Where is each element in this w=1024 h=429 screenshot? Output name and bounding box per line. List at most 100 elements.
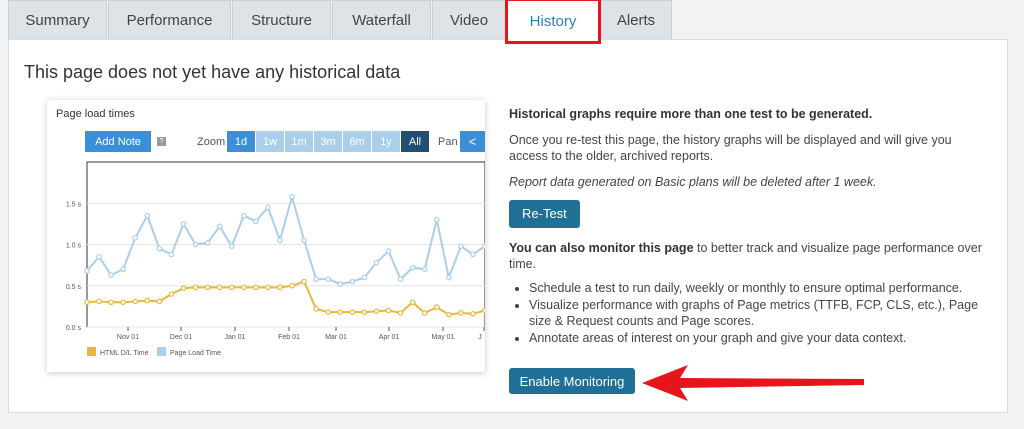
data-point (277, 284, 283, 291)
data-point (361, 274, 368, 281)
data-point (397, 310, 404, 316)
data-point (470, 311, 476, 317)
data-point (253, 218, 259, 225)
info-paragraph: Once you re-test this page, the history … (509, 133, 952, 163)
x-tick-label: Dec 01 (170, 334, 192, 341)
data-point (96, 254, 102, 260)
data-point (337, 281, 344, 287)
tab-structure[interactable]: Structure (232, 0, 331, 40)
y-tick-label: 1.0 s (66, 243, 82, 250)
data-point (433, 216, 440, 223)
info-column: Historical graphs require more than one … (509, 106, 989, 347)
data-point (253, 284, 259, 291)
page-title: This page does not yet have any historic… (24, 62, 401, 82)
data-point (240, 212, 247, 219)
data-point (240, 284, 247, 291)
data-point (180, 221, 187, 227)
tab-alerts[interactable]: Alerts (600, 0, 672, 40)
data-point (446, 274, 452, 281)
data-point (132, 235, 139, 241)
info-basic-plan-note: Report data generated on Basic plans wil… (509, 175, 877, 189)
data-point (325, 309, 332, 315)
data-point (421, 266, 428, 273)
history-panel: This page does not yet have any historic… (8, 39, 1008, 413)
data-point (482, 243, 485, 249)
data-point (216, 284, 223, 291)
data-point (337, 309, 344, 315)
data-point (385, 307, 392, 314)
tab-performance[interactable]: Performance (108, 0, 231, 40)
x-tick-label: Mar 01 (325, 334, 347, 341)
data-point (168, 291, 175, 297)
data-point (204, 284, 211, 291)
data-point (325, 276, 332, 282)
data-point (433, 304, 440, 311)
data-point (144, 212, 151, 219)
legend-label: HTML D/L Time (100, 350, 149, 357)
legend-swatch (87, 347, 96, 356)
list-item: Schedule a test to run daily, weekly or … (529, 280, 989, 296)
data-point (385, 248, 392, 254)
chart-plot: 0.0 s 0.5 s 1.0 s 1.5 s Nov 01 Dec 01 Jan 01 Fe… (66, 161, 485, 357)
data-point (265, 204, 271, 211)
monitor-heading: You can also monitor this page (509, 241, 694, 255)
data-point (228, 284, 235, 291)
data-point (180, 285, 187, 292)
data-point (313, 306, 319, 312)
page-load-chart: Page load times Add Note ? Zoom 1d 1w 1m… (47, 100, 485, 372)
x-tick-label: May 01 (432, 334, 455, 341)
data-point (301, 237, 307, 244)
monitor-benefits-list: Schedule a test to run daily, weekly or … (529, 280, 989, 346)
data-point (132, 298, 139, 305)
x-tick-label: Nov 01 (117, 334, 139, 341)
red-arrow-icon (642, 365, 864, 401)
data-point (204, 240, 211, 246)
data-point (216, 223, 223, 230)
x-tick-label: J (478, 334, 482, 341)
data-point (373, 259, 380, 266)
data-point (373, 308, 380, 315)
data-point (84, 268, 90, 274)
data-point (409, 264, 416, 271)
list-item: Visualize performance with graphs of Pag… (529, 297, 989, 329)
data-point (168, 251, 175, 258)
data-point (120, 299, 126, 306)
data-point (361, 309, 368, 315)
data-point (96, 298, 102, 305)
data-point (277, 237, 283, 244)
tab-video[interactable]: Video (432, 0, 506, 40)
data-point (421, 310, 428, 316)
data-point (156, 298, 163, 305)
info-heading: Historical graphs require more than one … (509, 107, 873, 121)
tab-waterfall[interactable]: Waterfall (332, 0, 431, 40)
x-tick-label: Feb 01 (278, 334, 300, 341)
data-point (470, 251, 476, 258)
legend-swatch (157, 347, 166, 356)
tab-history[interactable]: History (505, 0, 601, 44)
data-point (313, 276, 319, 282)
data-point (144, 297, 151, 304)
data-point (482, 307, 485, 314)
tab-summary[interactable]: Summary (8, 0, 107, 40)
legend-label: Page Load Time (170, 350, 221, 357)
data-point (228, 243, 235, 249)
data-point (120, 266, 126, 273)
data-point (192, 241, 199, 248)
enable-monitoring-button[interactable]: Enable Monitoring (509, 368, 635, 394)
data-point (458, 243, 464, 249)
x-tick-label: Apr 01 (379, 334, 400, 341)
data-point (397, 276, 404, 282)
data-point (84, 299, 90, 306)
data-point (192, 284, 199, 291)
data-point (289, 282, 295, 289)
y-tick-label: 0.0 s (66, 325, 82, 332)
data-point (301, 278, 307, 285)
data-point (349, 309, 356, 315)
data-point (349, 278, 356, 285)
data-point (108, 299, 114, 306)
retest-button[interactable]: Re-Test (509, 200, 580, 228)
y-tick-label: 1.5 s (66, 201, 82, 208)
tab-bar: Summary Performance Structure Waterfall … (8, 0, 673, 44)
data-point (108, 272, 114, 278)
data-point (409, 299, 416, 306)
